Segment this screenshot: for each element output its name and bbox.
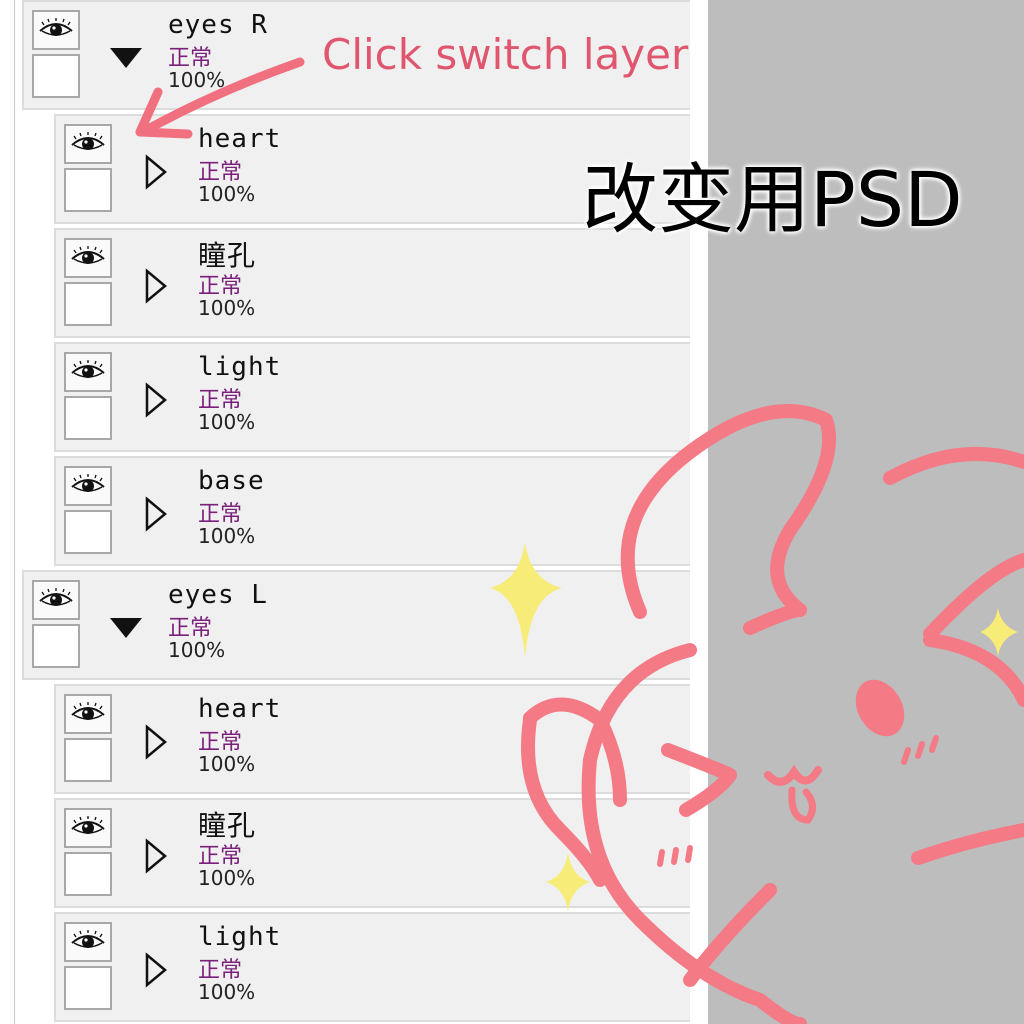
layer-mask-thumbnail[interactable] [64, 738, 112, 782]
layer-name: light [198, 922, 282, 952]
layer-row-light[interactable]: light 正常 100% [54, 912, 690, 1022]
triangle-right-outline-icon [145, 496, 167, 532]
layer-opacity: 100% [198, 410, 256, 434]
triangle-right-outline-icon [145, 268, 167, 304]
layer-row-pupil[interactable]: 瞳孔 正常 100% [54, 798, 690, 908]
layer-opacity: 100% [198, 296, 256, 320]
eye-icon [71, 474, 105, 492]
eye-icon [71, 360, 105, 378]
layer-mask-thumbnail[interactable] [64, 282, 112, 326]
triangle-right-outline-icon [145, 154, 167, 190]
layer-mask-thumbnail[interactable] [64, 168, 112, 212]
layer-row-eyes-l[interactable]: eyes L 正常 100% [22, 570, 690, 680]
layer-name: eyes L [168, 580, 268, 610]
visibility-toggle[interactable] [64, 922, 112, 962]
layer-mask-thumbnail[interactable] [64, 396, 112, 440]
visibility-toggle[interactable] [64, 124, 112, 164]
triangle-down-icon [110, 618, 142, 638]
group-expander[interactable] [106, 42, 146, 72]
layer-row-base[interactable]: base 正常 100% [54, 456, 690, 566]
layer-row-heart[interactable]: heart 正常 100% [54, 684, 690, 794]
layer-opacity: 100% [198, 980, 256, 1004]
visibility-toggle[interactable] [64, 808, 112, 848]
layer-mask-thumbnail[interactable] [64, 852, 112, 896]
layer-name: heart [198, 124, 282, 154]
visibility-toggle[interactable] [32, 10, 80, 50]
layer-expander[interactable] [144, 952, 168, 988]
layer-opacity: 100% [168, 638, 226, 662]
triangle-right-outline-icon [145, 382, 167, 418]
eye-icon [39, 18, 73, 36]
layer-mask-thumbnail[interactable] [32, 54, 80, 98]
panel-divider [14, 0, 15, 1024]
visibility-toggle[interactable] [64, 694, 112, 734]
triangle-right-outline-icon [145, 724, 167, 760]
layer-expander[interactable] [144, 154, 168, 190]
layer-name: heart [198, 694, 282, 724]
layer-opacity: 100% [198, 752, 256, 776]
eye-icon [39, 588, 73, 606]
layer-opacity: 100% [198, 866, 256, 890]
layer-expander[interactable] [144, 382, 168, 418]
eye-icon [71, 816, 105, 834]
eye-icon [71, 132, 105, 150]
layer-opacity: 100% [198, 524, 256, 548]
layer-name: eyes R [168, 10, 268, 40]
triangle-right-outline-icon [145, 952, 167, 988]
click-switch-layer-annotation: Click switch layer [322, 30, 689, 79]
layer-mask-thumbnail[interactable] [64, 966, 112, 1010]
layer-name: base [198, 466, 265, 496]
triangle-right-outline-icon [145, 838, 167, 874]
triangle-down-icon [110, 48, 142, 68]
layer-mask-thumbnail[interactable] [32, 624, 80, 668]
layer-expander[interactable] [144, 496, 168, 532]
layer-name: light [198, 352, 282, 382]
layer-row-light[interactable]: light 正常 100% [54, 342, 690, 452]
layer-expander[interactable] [144, 268, 168, 304]
visibility-toggle[interactable] [32, 580, 80, 620]
layer-expander[interactable] [144, 724, 168, 760]
psd-title-annotation: 改变用PSD [582, 155, 963, 244]
layer-expander[interactable] [144, 838, 168, 874]
eye-icon [71, 702, 105, 720]
layer-opacity: 100% [198, 182, 256, 206]
visibility-toggle[interactable] [64, 352, 112, 392]
eye-icon [71, 930, 105, 948]
visibility-toggle[interactable] [64, 466, 112, 506]
layer-mask-thumbnail[interactable] [64, 510, 112, 554]
eye-icon [71, 246, 105, 264]
visibility-toggle[interactable] [64, 238, 112, 278]
group-expander[interactable] [106, 612, 146, 642]
layer-opacity: 100% [168, 68, 226, 92]
